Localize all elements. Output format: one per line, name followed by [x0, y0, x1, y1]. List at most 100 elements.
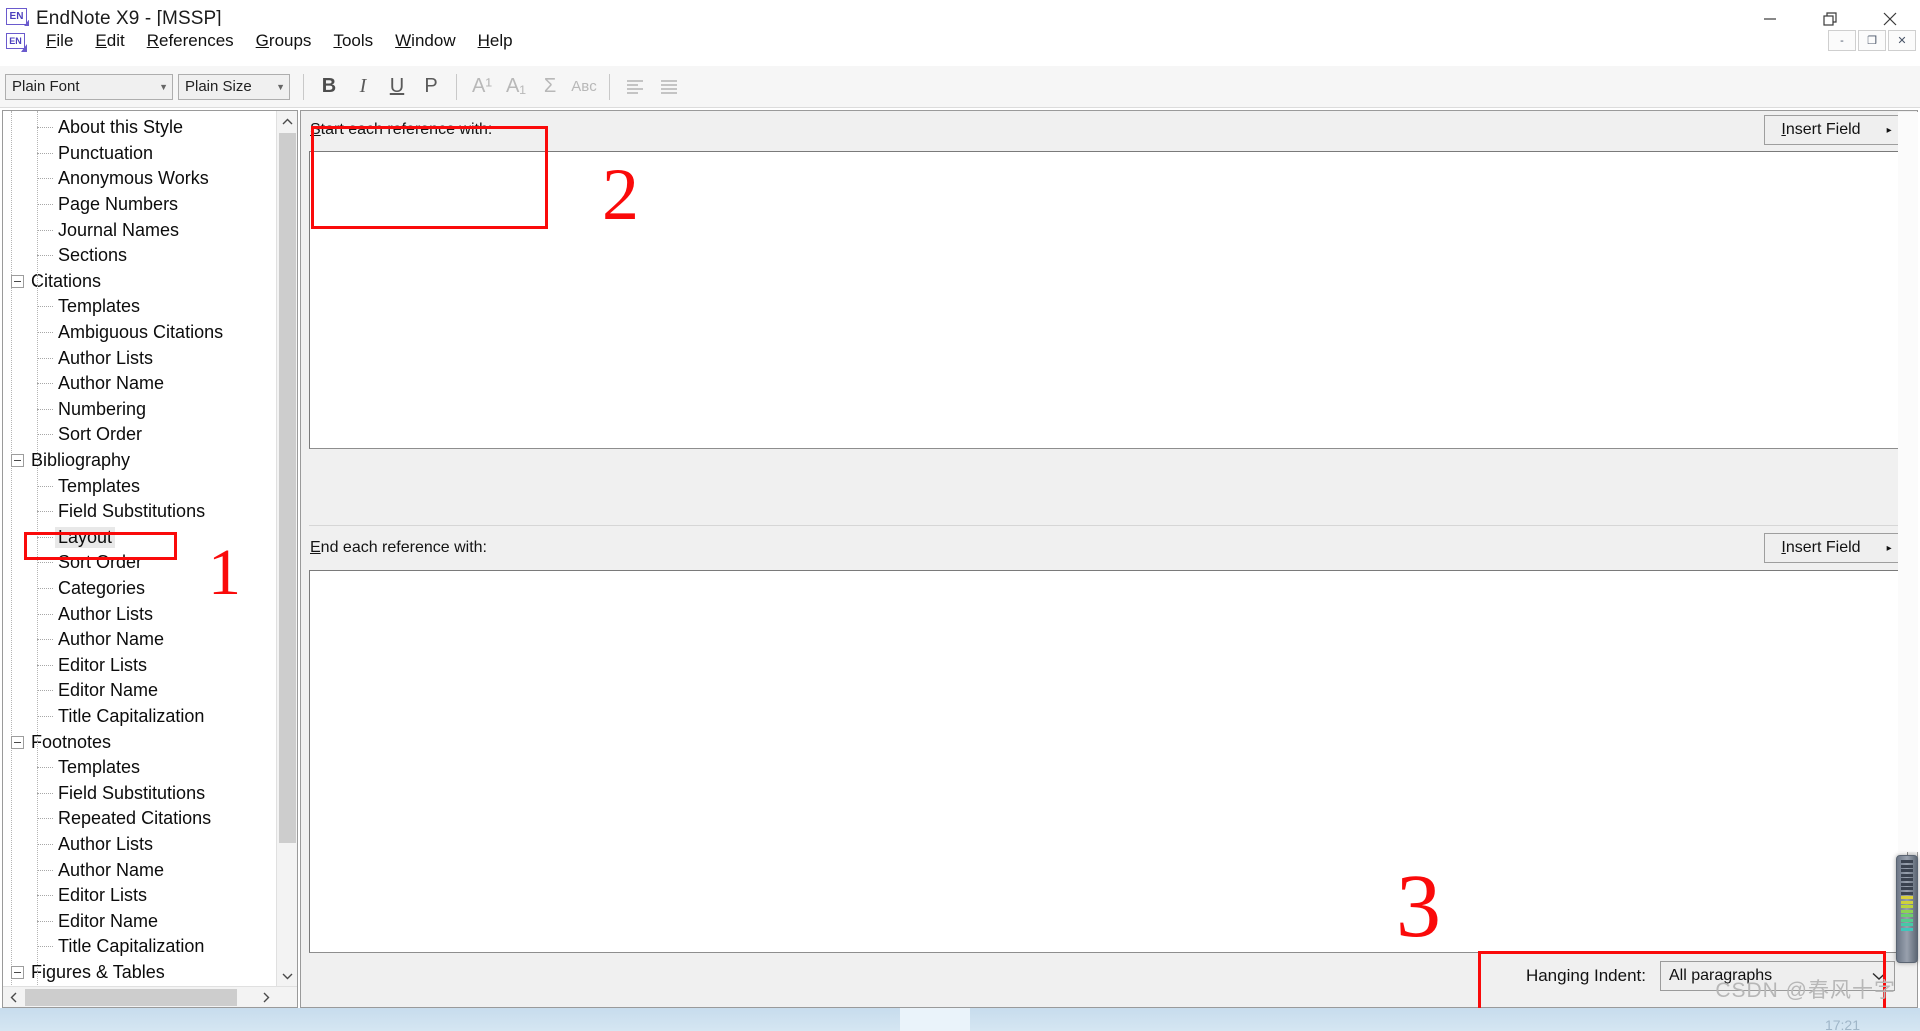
tree-item-footnotes[interactable]: Footnotes: [9, 729, 276, 755]
insert-field-button-start[interactable]: Insert Field ▸: [1764, 115, 1909, 145]
tree-branch-line: [37, 767, 53, 769]
mdi-close-icon[interactable]: ✕: [1888, 30, 1916, 51]
tree-item-label: Categories: [58, 577, 146, 598]
bold-button[interactable]: B: [312, 72, 346, 102]
tree-item-sort-order[interactable]: Sort Order: [9, 550, 276, 576]
tree-item-label: Author Lists: [58, 603, 154, 624]
menu-item-help[interactable]: Help: [467, 29, 524, 53]
abbreviation-button[interactable]: Aʙс: [567, 72, 601, 102]
tree-item-author-lists[interactable]: Author Lists: [9, 345, 276, 371]
toolbar-separator: [303, 73, 304, 100]
tree-branch-line: [37, 895, 53, 897]
tree-item-label: Templates: [58, 296, 141, 317]
mdi-restore-icon[interactable]: ❐: [1858, 30, 1886, 51]
underline-button[interactable]: U: [380, 72, 414, 102]
align-left-icon[interactable]: [618, 72, 652, 102]
menu-item-file[interactable]: File: [35, 29, 84, 53]
tree-item-figures-tables[interactable]: Figures & Tables: [9, 960, 276, 986]
tree-item-layout[interactable]: Layout: [9, 525, 276, 551]
tree-vertical-scrollbar[interactable]: [276, 111, 297, 986]
tree-item-label: Sections: [58, 245, 128, 266]
volume-equalizer-widget[interactable]: [1896, 855, 1918, 963]
tree-item-author-name[interactable]: Author Name: [9, 371, 276, 397]
tree-item-author-name[interactable]: Author Name: [9, 857, 276, 883]
tree-hscroll-thumb[interactable]: [25, 989, 237, 1006]
menu-item-tools[interactable]: Tools: [322, 29, 384, 53]
tree-expander-collapse-icon[interactable]: [11, 965, 24, 979]
tree-item-title-capitalization[interactable]: Title Capitalization: [9, 704, 276, 730]
tree-item-bibliography[interactable]: Bibliography: [9, 448, 276, 474]
tree-item-sections[interactable]: Sections: [9, 243, 276, 269]
tree-expander-collapse-icon[interactable]: [11, 454, 24, 468]
tree-item-ambiguous-citations[interactable]: Ambiguous Citations: [9, 320, 276, 346]
tree-item-about-this-style[interactable]: About this Style: [9, 115, 276, 141]
tree-item-editor-name[interactable]: Editor Name: [9, 678, 276, 704]
subscript-button[interactable]: A₁: [499, 72, 533, 102]
tree-item-label: Author Name: [58, 629, 165, 650]
menu-item-window[interactable]: Window: [384, 29, 466, 53]
tree-item-punctuation[interactable]: Punctuation: [9, 141, 276, 167]
tree-expander-collapse-icon[interactable]: [11, 274, 24, 288]
tree-scroll-thumb[interactable]: [279, 133, 296, 843]
tree-horizontal-scrollbar[interactable]: [3, 986, 297, 1007]
mdi-minimize-icon[interactable]: -: [1828, 30, 1856, 51]
tree-branch-line: [37, 562, 53, 564]
tree-item-journal-names[interactable]: Journal Names: [9, 217, 276, 243]
size-combo-value: Plain Size: [185, 78, 252, 95]
hanging-indent-row: Hanging Indent: All paragraphs: [1526, 961, 1895, 991]
tree-expander-collapse-icon[interactable]: [11, 735, 24, 749]
tree-item-field-substitutions[interactable]: Field Substitutions: [9, 499, 276, 525]
scroll-right-icon[interactable]: [255, 987, 276, 1007]
italic-button[interactable]: I: [346, 72, 380, 102]
superscript-button[interactable]: A¹: [465, 72, 499, 102]
font-combo[interactable]: Plain Font ▼: [5, 73, 173, 100]
tree-item-editor-lists[interactable]: Editor Lists: [9, 883, 276, 909]
end-reference-header: End each reference with: Insert Field ▸: [301, 529, 1917, 570]
tree-item-sort-order[interactable]: Sort Order: [9, 422, 276, 448]
scroll-down-icon[interactable]: [277, 965, 297, 986]
tree-item-anonymous-works[interactable]: Anonymous Works: [9, 166, 276, 192]
menu-item-edit[interactable]: Edit: [84, 29, 135, 53]
menu-item-references[interactable]: References: [136, 29, 245, 53]
tree-item-label: Sort Order: [58, 424, 143, 445]
formatting-toolbar: Plain Font ▼ Plain Size ▼ B I U P A¹ A₁ …: [0, 66, 1920, 108]
tree-item-title-capitalization[interactable]: Title Capitalization: [9, 934, 276, 960]
end-reference-input[interactable]: [309, 570, 1908, 953]
tree-branch-line: [37, 664, 53, 666]
tree-item-repeated-citations[interactable]: Repeated Citations: [9, 806, 276, 832]
tree-item-categories[interactable]: Categories: [9, 576, 276, 602]
menu-item-groups[interactable]: Groups: [245, 29, 323, 53]
tree-item-numbering[interactable]: Numbering: [9, 397, 276, 423]
menu-item-file-label: ile: [56, 31, 74, 50]
layout-settings-panel: Start each reference with: Insert Field …: [300, 110, 1918, 1008]
chevron-down-icon: ▼: [276, 81, 285, 92]
tree-item-citations[interactable]: Citations: [9, 269, 276, 295]
scroll-up-icon[interactable]: [277, 111, 297, 132]
tree-item-templates[interactable]: Templates: [9, 473, 276, 499]
tree-item-label: Editor Lists: [58, 654, 148, 675]
insert-field-button-end[interactable]: Insert Field ▸: [1764, 533, 1909, 563]
tree-item-author-lists[interactable]: Author Lists: [9, 832, 276, 858]
font-combo-value: Plain Font: [12, 78, 80, 95]
tree-item-label: Field Substitutions: [58, 501, 206, 522]
insert-symbol-button[interactable]: Σ: [533, 72, 567, 102]
align-justify-icon[interactable]: [652, 72, 686, 102]
hanging-indent-select[interactable]: All paragraphs: [1660, 961, 1895, 991]
tree-item-label: Templates: [58, 757, 141, 778]
tree-branch-line: [37, 485, 53, 487]
tree-item-field-substitutions[interactable]: Field Substitutions: [9, 780, 276, 806]
tree-item-editor-lists[interactable]: Editor Lists: [9, 652, 276, 678]
tree-item-templates[interactable]: Templates: [9, 294, 276, 320]
tree-item-label: Editor Lists: [58, 885, 148, 906]
tree-item-templates[interactable]: Templates: [9, 755, 276, 781]
tree-item-author-lists[interactable]: Author Lists: [9, 601, 276, 627]
tree-item-editor-name[interactable]: Editor Name: [9, 908, 276, 934]
size-combo[interactable]: Plain Size ▼: [178, 73, 290, 100]
tree-item-label: Journal Names: [58, 219, 180, 240]
tree-item-label: Field Substitutions: [58, 782, 206, 803]
scroll-left-icon[interactable]: [3, 987, 24, 1007]
start-reference-input[interactable]: [309, 151, 1908, 449]
tree-item-page-numbers[interactable]: Page Numbers: [9, 192, 276, 218]
plain-button[interactable]: P: [414, 72, 448, 102]
tree-item-author-name[interactable]: Author Name: [9, 627, 276, 653]
